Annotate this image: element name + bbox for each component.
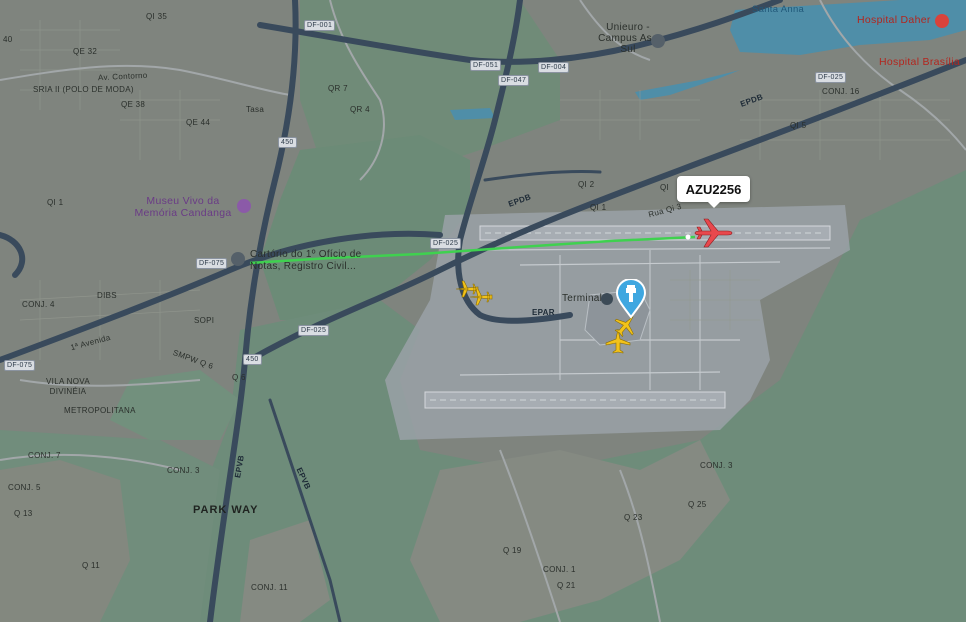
label-qr4: QR 4 bbox=[350, 105, 370, 114]
label-qe38: QE 38 bbox=[121, 100, 146, 109]
label-conj5: CONJ. 5 bbox=[8, 483, 41, 492]
label-qi: QI bbox=[660, 183, 670, 192]
label-conj1: CONJ. 1 bbox=[543, 565, 576, 574]
poi-hospital-brasilia[interactable]: Hospital Brasília bbox=[879, 56, 960, 68]
label-tasa: Tasa bbox=[246, 105, 265, 114]
map-view[interactable]: QI 35 40 QE 32 Av. Contorno SRIA II (POL… bbox=[0, 0, 966, 622]
label-sopi: SOPI bbox=[194, 316, 215, 325]
ground-aircraft-2[interactable] bbox=[468, 286, 494, 308]
label-santa-anna: Santa Anna bbox=[752, 4, 805, 15]
poi-cartorio[interactable]: Cartório do 1º Ofício de Notas, Registro… bbox=[250, 249, 375, 273]
label-park-way: PARK WAY bbox=[193, 504, 259, 516]
poi-hospital-daher[interactable]: Hospital Daher bbox=[857, 14, 931, 26]
poi-unieuro[interactable]: Unieuro - Campus Asa Sul bbox=[598, 22, 658, 55]
poi-museu[interactable]: Museu Vivo da Memória Candanga bbox=[133, 195, 233, 219]
road-df025b: DF-025 bbox=[430, 238, 462, 249]
road-df051: DF-051 bbox=[470, 60, 502, 71]
museum-icon[interactable] bbox=[237, 199, 251, 213]
hospital-icon[interactable] bbox=[935, 14, 949, 28]
label-qr7: QR 7 bbox=[328, 84, 348, 93]
label-qi5: QI 5 bbox=[790, 121, 807, 130]
poi-terminal[interactable]: Terminal bbox=[562, 293, 602, 304]
road-450b: 450 bbox=[243, 354, 262, 365]
label-epar: EPAR bbox=[532, 308, 555, 317]
label-q23: Q 23 bbox=[624, 513, 643, 522]
road-df025a: DF-025 bbox=[815, 72, 847, 83]
label-qi1b: QI 1 bbox=[590, 203, 607, 212]
flight-callout[interactable]: AZU2256 bbox=[677, 176, 750, 208]
label-sria: SRIA II (POLO DE MODA) bbox=[33, 85, 134, 94]
label-qi35: QI 35 bbox=[146, 12, 168, 21]
airport-icon[interactable] bbox=[601, 293, 613, 305]
road-df075b: DF-075 bbox=[4, 360, 36, 371]
label-q21: Q 21 bbox=[557, 581, 576, 590]
label-conj16: CONJ. 16 bbox=[822, 87, 860, 96]
airplane-icon[interactable] bbox=[693, 216, 733, 250]
label-q13: Q 13 bbox=[14, 509, 33, 518]
label-q6: Q 6 bbox=[232, 373, 246, 382]
office-icon[interactable] bbox=[231, 252, 245, 266]
road-df001: DF-001 bbox=[304, 20, 336, 31]
label-qe32: QE 32 bbox=[73, 47, 98, 56]
road-df004: DF-004 bbox=[538, 62, 570, 73]
label-conj3a: CONJ. 3 bbox=[167, 466, 200, 475]
label-qi2: QI 2 bbox=[578, 180, 595, 189]
label-metropolitana: METROPOLITANA bbox=[64, 406, 136, 415]
label-conj11: CONJ. 11 bbox=[251, 583, 288, 592]
road-450a: 450 bbox=[278, 137, 297, 148]
university-icon[interactable] bbox=[651, 34, 665, 48]
label-r40: 40 bbox=[3, 35, 13, 44]
label-vila-nova: VILA NOVA DIVINÉIA bbox=[46, 377, 90, 396]
road-df075a: DF-075 bbox=[196, 258, 228, 269]
label-conj3b: CONJ. 3 bbox=[700, 461, 733, 470]
label-q25: Q 25 bbox=[688, 500, 707, 509]
road-df025c: DF-025 bbox=[298, 325, 330, 336]
road-df047: DF-047 bbox=[498, 75, 530, 86]
label-qe44: QE 44 bbox=[186, 118, 211, 127]
label-conj7: CONJ. 7 bbox=[28, 451, 61, 460]
label-qi1: QI 1 bbox=[47, 198, 64, 207]
control-tower-marker-icon[interactable] bbox=[614, 279, 648, 319]
label-q19: Q 19 bbox=[503, 546, 522, 555]
label-conj4: CONJ. 4 bbox=[22, 300, 55, 309]
label-dibs: DIBS bbox=[97, 291, 117, 300]
label-q11: Q 11 bbox=[82, 561, 100, 570]
